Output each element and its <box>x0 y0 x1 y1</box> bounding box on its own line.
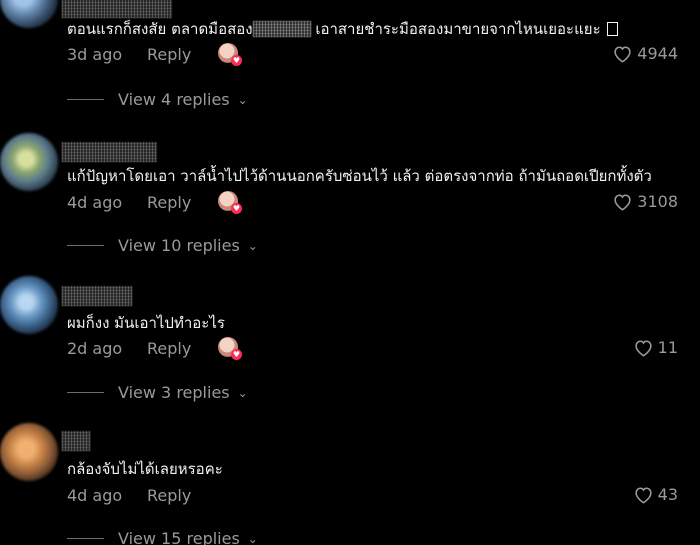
divider-line <box>67 245 104 246</box>
view-replies-label: View 10 replies <box>118 236 240 255</box>
username-blurred[interactable] <box>62 0 172 18</box>
like-count: 43 <box>657 485 678 504</box>
view-replies-button[interactable]: View 10 replies ⌄ <box>67 236 258 255</box>
view-replies-button[interactable]: View 4 replies ⌄ <box>67 90 248 109</box>
chevron-down-icon: ⌄ <box>247 531 258 545</box>
timestamp: 4d ago <box>67 193 123 212</box>
like-count: 3108 <box>637 192 678 211</box>
comment-text: ตอนแรกก็สงสัย ตลาดมือสอง เอาสายชำระมือสอ… <box>67 19 618 39</box>
heart-outline-icon <box>635 487 652 504</box>
like-count: 4944 <box>637 44 678 63</box>
heart-outline-icon <box>614 194 631 211</box>
reply-button[interactable]: Reply <box>147 339 191 358</box>
censored-text <box>252 21 311 37</box>
username-blurred[interactable] <box>62 286 132 306</box>
view-replies-label: View 4 replies <box>118 90 230 109</box>
reply-button[interactable]: Reply <box>147 486 191 505</box>
comment-text: ผมก็งง มันเอาไปทำอะไร <box>67 314 225 332</box>
view-replies-button[interactable]: View 3 replies ⌄ <box>67 383 248 402</box>
creator-avatar-heart-icon: ♥ <box>218 191 242 214</box>
comment-text: แก้ปัญหาโดยเอา วาล์น้ำไปไว้ด้านนอกครับซ่… <box>67 167 652 185</box>
avatar[interactable] <box>0 276 58 334</box>
chevron-down-icon: ⌄ <box>237 92 248 107</box>
reply-button[interactable]: Reply <box>147 193 191 212</box>
heart-outline-icon <box>614 46 631 63</box>
timestamp: 3d ago <box>67 45 123 64</box>
view-replies-button[interactable]: View 15 replies ⌄ <box>67 529 258 545</box>
like-button[interactable]: 11 <box>633 338 678 357</box>
like-count: 11 <box>657 338 678 357</box>
timestamp: 4d ago <box>67 486 123 505</box>
chevron-down-icon: ⌄ <box>247 238 258 253</box>
reply-button[interactable]: Reply <box>147 45 191 64</box>
creator-avatar-heart-icon: ♥ <box>218 337 242 360</box>
avatar[interactable] <box>0 133 58 191</box>
creator-avatar-heart-icon: ♥ <box>218 43 242 66</box>
comment-text: กล้องจับไม่ได้เลยหรอคะ <box>67 460 223 478</box>
like-button[interactable]: 3108 <box>612 192 678 211</box>
username-blurred[interactable] <box>62 142 157 162</box>
timestamp: 2d ago <box>67 339 123 358</box>
username-blurred[interactable] <box>62 431 90 451</box>
view-replies-label: View 15 replies <box>118 529 240 545</box>
divider-line <box>67 538 104 539</box>
divider-line <box>67 99 104 100</box>
avatar[interactable] <box>0 423 58 481</box>
emoji-placeholder-icon <box>606 22 618 36</box>
like-button[interactable]: 43 <box>633 485 678 504</box>
avatar[interactable] <box>0 0 58 28</box>
chevron-down-icon: ⌄ <box>237 385 248 400</box>
comment-text-part-2: เอาสายชำระมือสองมาขายจากไหนเยอะแยะ <box>310 20 601 38</box>
heart-outline-icon <box>635 340 652 357</box>
view-replies-label: View 3 replies <box>118 383 230 402</box>
like-button[interactable]: 4944 <box>612 44 678 63</box>
divider-line <box>67 392 104 393</box>
comment-list: ตอนแรกก็สงสัย ตลาดมือสอง เอาสายชำระมือสอ… <box>0 0 700 545</box>
comment-text-part-1: ตอนแรกก็สงสัย ตลาดมือสอง <box>67 20 253 38</box>
